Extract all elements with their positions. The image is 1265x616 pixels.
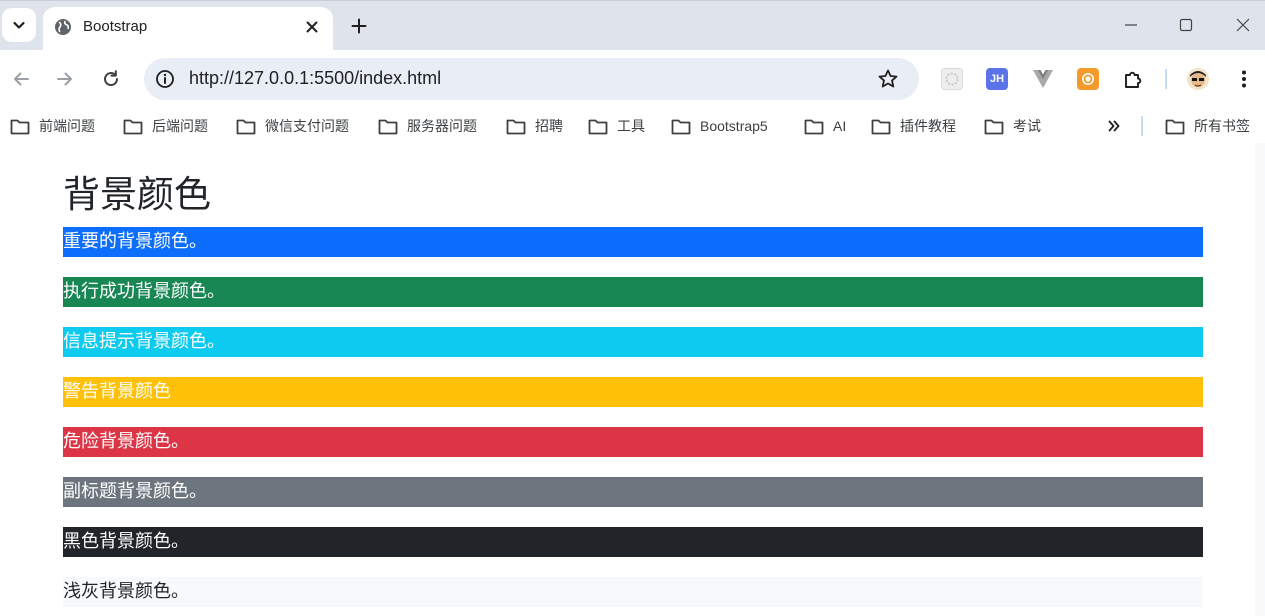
close-tab-button[interactable] — [303, 18, 321, 36]
bookmark-folder[interactable]: Bootstrap5 — [671, 116, 768, 136]
close-icon — [306, 21, 318, 33]
bookmark-label: 后端问题 — [152, 118, 208, 134]
chevron-down-icon — [13, 21, 25, 29]
maximize-button[interactable] — [1176, 15, 1196, 35]
bg-primary-row: 重要的背景颜色。 — [63, 227, 1203, 257]
bookmark-label: 前端问题 — [39, 118, 95, 134]
bookmarks-divider — [1141, 116, 1143, 136]
bookmark-label: 微信支付问题 — [265, 118, 349, 134]
bookmark-folder[interactable]: 工具 — [588, 116, 645, 136]
bookmark-label: 招聘 — [535, 118, 563, 134]
address-bar[interactable]: http://127.0.0.1:5500/index.html — [144, 58, 919, 100]
bg-dark-row: 黑色背景颜色。 — [63, 527, 1203, 557]
bookmarks-bar: 前端问题 后端问题 微信支付问题 服务器问题 招聘 工具 Bootstrap5 … — [0, 109, 1265, 143]
bookmark-folder[interactable]: 后端问题 — [123, 116, 208, 136]
ext-orange-icon — [1082, 73, 1094, 85]
bg-info-row: 信息提示背景颜色。 — [63, 327, 1203, 357]
folder-icon — [671, 119, 691, 134]
tab-strip: Bootstrap — [0, 0, 1265, 51]
site-info-button[interactable] — [153, 67, 177, 91]
ext-jh-icon: JH — [989, 73, 1005, 85]
ext-vue-button[interactable] — [1032, 68, 1054, 90]
all-bookmarks-button[interactable]: 所有书签 — [1165, 116, 1250, 136]
more-vertical-icon — [1242, 70, 1246, 88]
bookmark-label: 考试 — [1013, 118, 1041, 134]
ext-orange-button[interactable] — [1077, 68, 1099, 90]
bg-secondary-row: 副标题背景颜色。 — [63, 477, 1203, 507]
ext-vue-icon — [1033, 70, 1053, 88]
bookmark-label: 工具 — [617, 118, 645, 134]
folder-icon — [1165, 119, 1185, 134]
close-icon — [1236, 18, 1250, 32]
ext-grid-icon — [945, 72, 959, 86]
bookmark-folder[interactable]: AI — [804, 116, 846, 136]
bookmark-label: Bootstrap5 — [700, 118, 768, 134]
bookmark-folder[interactable]: 服务器问题 — [378, 116, 477, 136]
close-window-button[interactable] — [1233, 15, 1253, 35]
folder-icon — [588, 119, 608, 134]
all-bookmarks-label: 所有书签 — [1194, 118, 1250, 134]
bookmark-label: 插件教程 — [900, 118, 956, 134]
extensions-button[interactable] — [1122, 68, 1144, 90]
bg-light-row: 浅灰背景颜色。 — [63, 577, 1203, 607]
bookmark-folder[interactable]: 招聘 — [506, 116, 563, 136]
ext-jh-button[interactable]: JH — [986, 68, 1008, 90]
bookmark-folder[interactable]: 前端问题 — [10, 116, 95, 136]
bg-warning-row: 警告背景颜色 — [63, 377, 1203, 407]
minimize-icon — [1125, 24, 1137, 26]
browser-toolbar: http://127.0.0.1:5500/index.html JH — [0, 50, 1265, 109]
bg-danger-row: 危险背景颜色。 — [63, 427, 1203, 457]
page-heading: 背景颜色 — [63, 173, 211, 216]
tab-active[interactable]: Bootstrap — [43, 7, 333, 51]
back-button[interactable] — [9, 67, 33, 91]
globe-icon — [55, 19, 71, 35]
tab-title: Bootstrap — [83, 18, 148, 35]
extensions-puzzle-icon — [1125, 71, 1142, 88]
scrollbar[interactable] — [1255, 143, 1265, 616]
ext-grid-button[interactable] — [941, 68, 963, 90]
star-icon — [878, 69, 898, 88]
url-text[interactable]: http://127.0.0.1:5500/index.html — [189, 68, 441, 89]
folder-icon — [10, 119, 30, 134]
bookmark-folder[interactable]: 考试 — [984, 116, 1041, 136]
more-bookmarks-button[interactable] — [1104, 116, 1124, 136]
page-content: 背景颜色 重要的背景颜色。 执行成功背景颜色。 信息提示背景颜色。 警告背景颜色… — [0, 143, 1265, 616]
plus-icon — [351, 18, 367, 34]
profile-avatar-button[interactable] — [1187, 68, 1209, 90]
reload-icon — [104, 70, 119, 87]
minimize-button[interactable] — [1121, 15, 1141, 35]
toolbar-divider — [1165, 69, 1167, 89]
bookmark-label: AI — [833, 118, 847, 134]
maximize-icon — [1179, 18, 1193, 32]
bg-success-row: 执行成功背景颜色。 — [63, 277, 1203, 307]
tab-search-button[interactable] — [2, 8, 36, 42]
folder-icon — [236, 119, 256, 134]
info-icon — [156, 70, 174, 88]
folder-icon — [804, 119, 824, 134]
bookmark-label: 服务器问题 — [407, 118, 477, 134]
reload-button[interactable] — [99, 67, 123, 91]
forward-button[interactable] — [53, 67, 77, 91]
new-tab-button[interactable] — [346, 13, 372, 39]
folder-icon — [984, 119, 1004, 134]
folder-icon — [506, 119, 526, 134]
folder-icon — [871, 119, 891, 134]
bookmark-folder[interactable]: 微信支付问题 — [236, 116, 349, 136]
avatar-icon — [1190, 71, 1206, 87]
double-chevron-right-icon — [1108, 120, 1120, 132]
bookmark-folder[interactable]: 插件教程 — [871, 116, 956, 136]
folder-icon — [378, 119, 398, 134]
arrow-right-icon — [57, 72, 72, 86]
browser-menu-button[interactable] — [1233, 68, 1255, 90]
folder-icon — [123, 119, 143, 134]
arrow-left-icon — [14, 72, 29, 86]
bookmark-star-button[interactable] — [877, 68, 899, 90]
